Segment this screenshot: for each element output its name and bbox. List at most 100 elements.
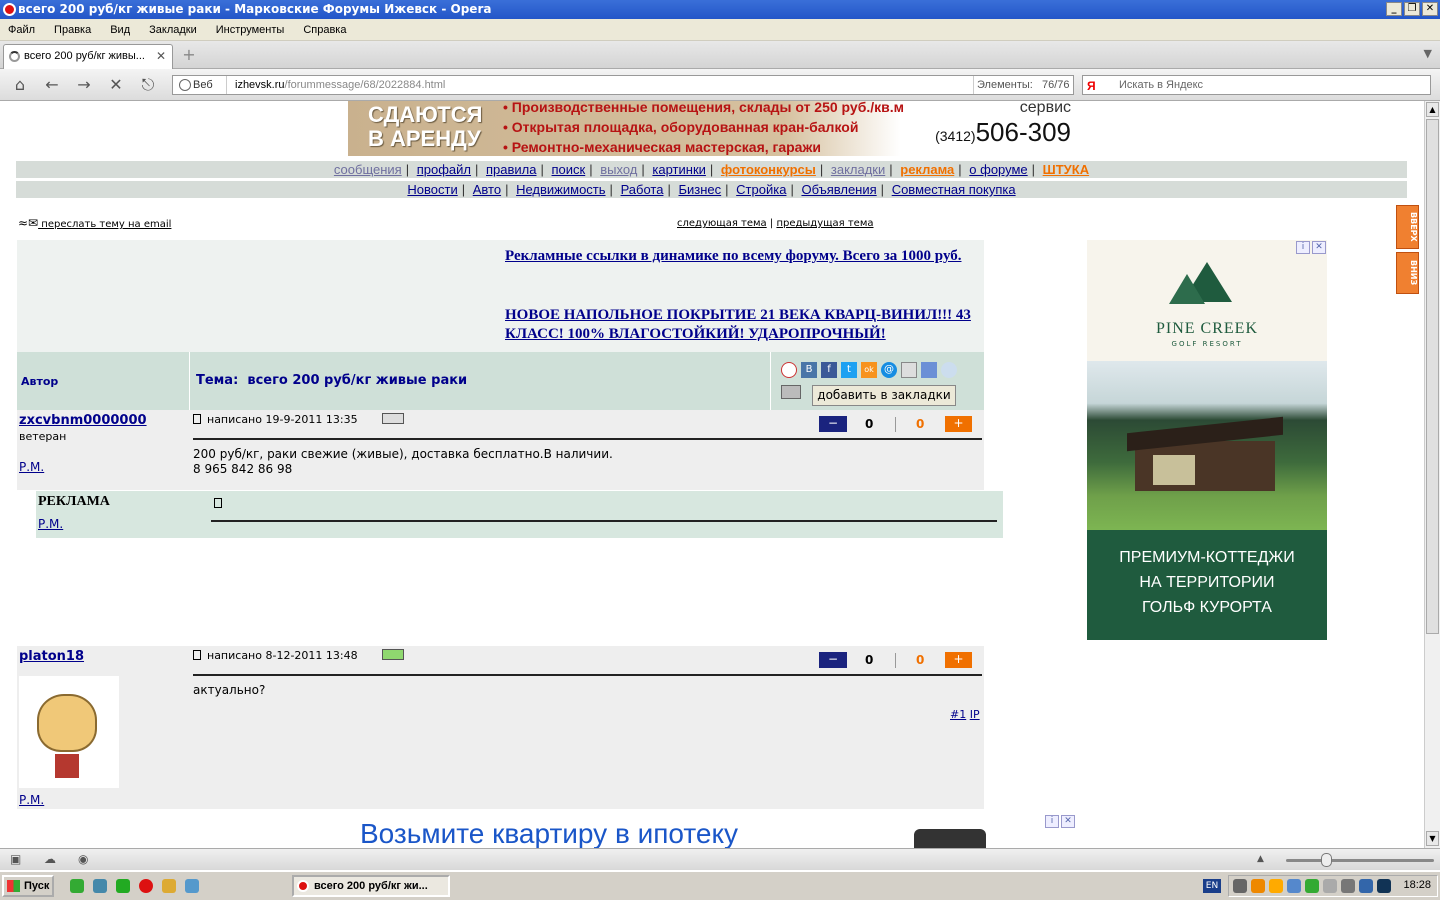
tab-menu-chevron-icon[interactable]: ▼ [1424,47,1432,60]
panel-toggle-icon[interactable]: ▣ [10,853,24,865]
zoom-slider[interactable] [1286,859,1434,862]
taskbar-window-item[interactable]: всего 200 руб/кг жи... [292,875,450,897]
message-icon[interactable] [382,413,404,424]
tray-utorrent-icon[interactable] [1305,879,1319,893]
stop-icon[interactable]: ✕ [105,75,127,95]
nav-about[interactable]: о форуме [969,162,1027,177]
tray-icon-8[interactable] [1359,879,1373,893]
menu-tools[interactable]: Инструменты [216,24,285,36]
print-icon[interactable] [781,385,801,399]
ip-link[interactable]: IP [970,708,980,721]
mortgage-ad-button[interactable] [914,829,986,848]
nav-photocontests[interactable]: фотоконкурсы [721,162,816,177]
speed-dial-icon[interactable]: ◉ [78,853,92,865]
zoom-slider-knob[interactable] [1321,853,1332,867]
email-topic[interactable]: ≈✉ переслать тему на email [18,216,171,230]
web-indicator[interactable]: Веб [177,76,227,94]
tray-icon-4[interactable] [1287,879,1301,893]
mail-icon[interactable]: @ [881,362,897,378]
scroll-down-arrow-icon[interactable]: ▼ [1426,831,1439,846]
menu-edit[interactable]: Правка [54,24,91,36]
post-number-link[interactable]: #1 [950,708,966,721]
site-nav-business[interactable]: Бизнес [678,182,721,197]
tray-icon-3[interactable] [1269,879,1283,893]
menu-bookmarks[interactable]: Закладки [149,24,197,36]
tray-icon-1[interactable] [1233,879,1247,893]
post-rm-link[interactable]: Р.М. [19,793,44,807]
tab-active[interactable]: всего 200 руб/кг живы... ✕ [3,44,173,69]
quicklaunch-icon-6[interactable] [185,879,199,893]
quicklaunch-icon-3[interactable] [116,879,130,893]
quicklaunch-icon-5[interactable] [162,879,176,893]
post-author[interactable]: zxcvbnm0000000 [19,413,147,428]
quicklaunch-utorrent-icon[interactable] [70,879,84,893]
nav-profile[interactable]: профайл [417,162,471,177]
quicklaunch-icon-2[interactable] [93,879,107,893]
nav-rules[interactable]: правила [486,162,536,177]
share-icon-1[interactable] [781,362,797,378]
nav-shtuka[interactable]: ШТУКА [1043,162,1089,177]
vertical-scrollbar[interactable]: ▲ ▼ [1424,101,1440,848]
facebook-icon[interactable]: f [821,362,837,378]
maximize-button[interactable]: ❐ [1404,2,1420,16]
twitter-icon[interactable]: t [841,362,857,378]
nav-search[interactable]: поиск [552,162,586,177]
post-rm-link[interactable]: Р.М. [19,460,44,474]
prev-topic-link[interactable]: предыдущая тема [776,218,873,229]
ad-info-icon[interactable]: i [1296,241,1310,254]
mortgage-ad-text[interactable]: Возьмите квартиру в ипотеку [360,818,738,848]
next-topic-link[interactable]: следующая тема [677,218,767,229]
add-bookmark-button[interactable]: добавить в закладки [812,385,956,406]
menu-view[interactable]: Вид [110,24,130,36]
email-topic-link[interactable]: переслать тему на email [38,219,171,230]
site-nav-realty[interactable]: Недвижимость [516,182,605,197]
vote-minus-button[interactable]: − [819,416,847,432]
top-banner-ad[interactable]: СДАЮТСЯ В АРЕНДУ • Производственные помещ… [348,101,1075,156]
start-button[interactable]: Пуск [2,875,54,897]
vote-minus-button[interactable]: − [819,652,847,668]
ad-close-icon[interactable]: ✕ [1312,241,1326,254]
site-nav-news[interactable]: Новости [407,182,457,197]
vk-icon[interactable]: В [801,362,817,378]
nav-messages[interactable]: сообщения [334,162,402,177]
close-button[interactable]: ✕ [1422,2,1438,16]
minimize-button[interactable]: _ [1386,2,1402,16]
ad-link-2[interactable]: НОВОЕ НАПОЛЬНОЕ ПОКРЫТИЕ 21 ВЕКА КВАРЦ-В… [505,306,975,344]
reklama-rm-link[interactable]: Р.М. [38,517,63,531]
zoom-arrow-icon[interactable]: ▲ [1257,853,1271,865]
odnoklassniki-icon[interactable]: ok [861,362,877,378]
quicklaunch-opera-icon[interactable] [139,879,153,893]
share-icon-8[interactable] [921,362,937,378]
site-nav-jobs[interactable]: Работа [621,182,664,197]
site-nav-classifieds[interactable]: Объявления [801,182,876,197]
back-icon[interactable]: ← [41,75,63,95]
key-icon[interactable]: ⎋ [137,75,159,95]
post-author[interactable]: platon18 [19,649,84,664]
site-nav-construction[interactable]: Стройка [736,182,786,197]
scrollbar-thumb[interactable] [1426,119,1439,634]
message-icon[interactable] [382,649,404,660]
address-bar[interactable]: Веб izhevsk.ru/forummessage/68/2022884.h… [172,75,1074,95]
home-icon[interactable]: ⌂ [9,75,31,95]
language-indicator[interactable]: EN [1203,879,1221,893]
search-input[interactable]: Я Искать в Яндекс [1082,75,1431,95]
tray-icon-6[interactable] [1323,879,1337,893]
scroll-down-button[interactable]: ВНИЗ [1396,252,1419,294]
site-nav-auto[interactable]: Авто [473,182,501,197]
scroll-up-button[interactable]: ВВЕРХ [1396,205,1419,249]
menu-help[interactable]: Справка [303,24,346,36]
url-text[interactable]: izhevsk.ru/forummessage/68/2022884.html [235,76,445,94]
tray-volume-icon[interactable] [1341,879,1355,893]
ad-close-icon[interactable]: ✕ [1061,815,1075,828]
site-nav-group-buy[interactable]: Совместная покупка [892,182,1016,197]
pine-creek-ad[interactable]: PINE CREEK GOLF RESORT ПРЕМИУМ-КОТТЕДЖИ … [1087,240,1327,640]
settings-icon[interactable] [941,362,957,378]
tab-close-icon[interactable]: ✕ [156,45,166,68]
vote-plus-button[interactable]: + [945,416,972,432]
nav-ads[interactable]: реклама [900,162,954,177]
nav-logout[interactable]: выход [600,162,637,177]
ad-info-icon[interactable]: i [1045,815,1059,828]
new-tab-button[interactable]: + [180,47,198,63]
tray-icon-9[interactable] [1377,879,1391,893]
link-icon[interactable] [901,362,917,378]
